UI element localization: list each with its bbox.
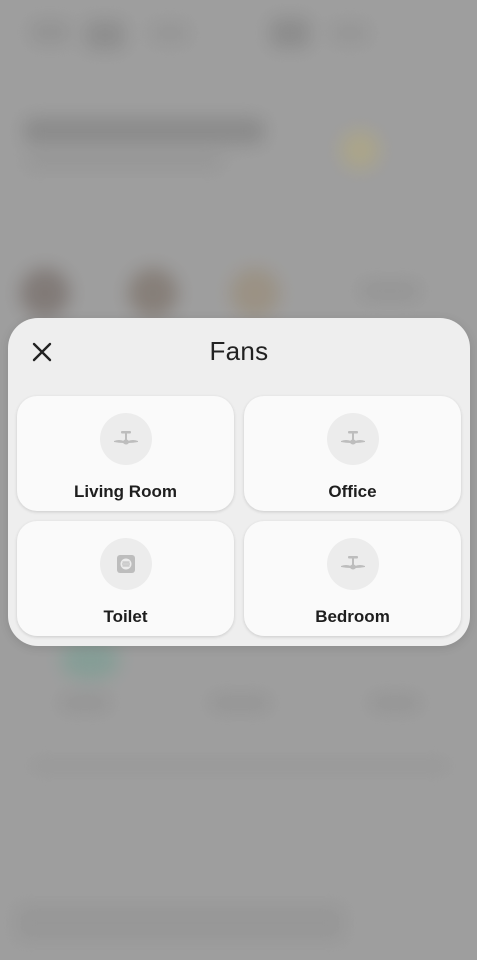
device-tile-living-room[interactable]: Living Room bbox=[17, 396, 234, 511]
dialog-title: Fans bbox=[209, 336, 269, 366]
device-label: Bedroom bbox=[315, 607, 390, 626]
ceiling-fan-icon bbox=[326, 538, 379, 590]
device-tile-bedroom[interactable]: Bedroom bbox=[244, 521, 461, 636]
device-label: Living Room bbox=[74, 482, 177, 501]
ceiling-fan-icon bbox=[326, 413, 379, 465]
fans-dialog: Fans Living Room Office Toilet Bedroom bbox=[8, 318, 470, 646]
device-label: Toilet bbox=[103, 607, 148, 626]
device-tile-office[interactable]: Office bbox=[244, 396, 461, 511]
exhaust-fan-icon bbox=[99, 538, 152, 590]
dialog-header: Fans bbox=[8, 318, 470, 386]
device-tile-toilet[interactable]: Toilet bbox=[17, 521, 234, 636]
ceiling-fan-icon bbox=[99, 413, 152, 465]
device-label: Office bbox=[328, 482, 377, 501]
device-grid: Living Room Office Toilet Bedroom bbox=[17, 396, 461, 636]
